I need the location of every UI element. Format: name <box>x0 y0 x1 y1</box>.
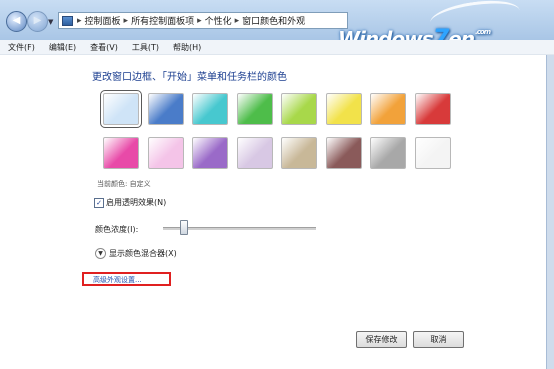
forward-arrow-icon[interactable]: ▶ <box>27 11 48 32</box>
intensity-label: 颜色浓度(I): <box>95 225 139 234</box>
main-content: 更改窗口边框、「开始」菜单和任务栏的颜色 当前颜色: 自定义 ✓ 启用透明效果(… <box>0 55 554 369</box>
swatch-ruby[interactable] <box>414 93 451 125</box>
swatch-sky[interactable] <box>100 90 142 128</box>
swatch-sea[interactable] <box>192 93 228 125</box>
swatch-leaf[interactable] <box>236 93 273 125</box>
swatch-lemon[interactable] <box>325 93 362 125</box>
control-panel-icon <box>62 15 73 26</box>
menu-help[interactable]: 帮助(H) <box>165 42 207 53</box>
advanced-appearance-link[interactable]: 高级外观设置... <box>93 275 142 285</box>
window: ◀ ▶ ▼ ▸ 控制面板 ▸ 所有控制面板项 ▸ 个性化 ▸ 窗口颜色和外观 W… <box>0 0 554 369</box>
menu-tools[interactable]: 工具(T) <box>124 42 165 53</box>
swatch-chocolate[interactable] <box>325 137 362 169</box>
back-arrow-icon[interactable]: ◀ <box>6 11 27 32</box>
transparency-checkbox[interactable]: ✓ <box>94 198 104 208</box>
breadcrumb-all-items[interactable]: 所有控制面板项 <box>129 14 196 27</box>
cancel-button[interactable]: 取消 <box>413 331 464 348</box>
menu-view[interactable]: 查看(V) <box>82 42 124 53</box>
swatch-lavender[interactable] <box>236 137 273 169</box>
menu-bar: 文件(F) 编辑(E) 查看(V) 工具(T) 帮助(H) <box>0 40 554 55</box>
swatch-twilight[interactable] <box>147 93 184 125</box>
breadcrumb-window-color[interactable]: 窗口颜色和外观 <box>240 14 307 27</box>
menu-edit[interactable]: 编辑(E) <box>41 42 82 53</box>
swatch-pumpkin[interactable] <box>370 93 406 125</box>
logo-com: .com <box>475 28 491 36</box>
menu-file[interactable]: 文件(F) <box>0 42 41 53</box>
breadcrumb-control-panel[interactable]: 控制面板 <box>83 14 123 27</box>
history-dropdown-icon[interactable]: ▼ <box>48 18 53 26</box>
swatch-blush[interactable] <box>147 137 184 169</box>
transparency-label[interactable]: 启用透明效果(N) <box>106 197 166 208</box>
window-right-border <box>546 55 554 369</box>
save-button[interactable]: 保存修改 <box>356 331 407 348</box>
swatch-fuchsia[interactable] <box>103 137 139 169</box>
swatch-slate[interactable] <box>370 137 406 169</box>
color-mixer-toggle[interactable]: 显示颜色混合器(X) <box>109 248 177 259</box>
breadcrumb-personalization[interactable]: 个性化 <box>203 14 234 27</box>
title-bar: ◀ ▶ ▼ ▸ 控制面板 ▸ 所有控制面板项 ▸ 个性化 ▸ 窗口颜色和外观 W… <box>0 0 554 52</box>
swatch-frost[interactable] <box>414 137 451 169</box>
swatch-violet[interactable] <box>192 137 228 169</box>
page-title: 更改窗口边框、「开始」菜单和任务栏的颜色 <box>92 72 287 83</box>
intensity-slider-thumb[interactable] <box>179 220 188 235</box>
swatch-lime[interactable] <box>281 93 317 125</box>
current-color-label: 当前颜色: 自定义 <box>97 180 151 188</box>
chevron-down-icon[interactable]: ▼ <box>95 248 106 259</box>
swatch-taupe[interactable] <box>281 137 317 169</box>
address-bar[interactable]: ▸ 控制面板 ▸ 所有控制面板项 ▸ 个性化 ▸ 窗口颜色和外观 <box>58 12 348 29</box>
